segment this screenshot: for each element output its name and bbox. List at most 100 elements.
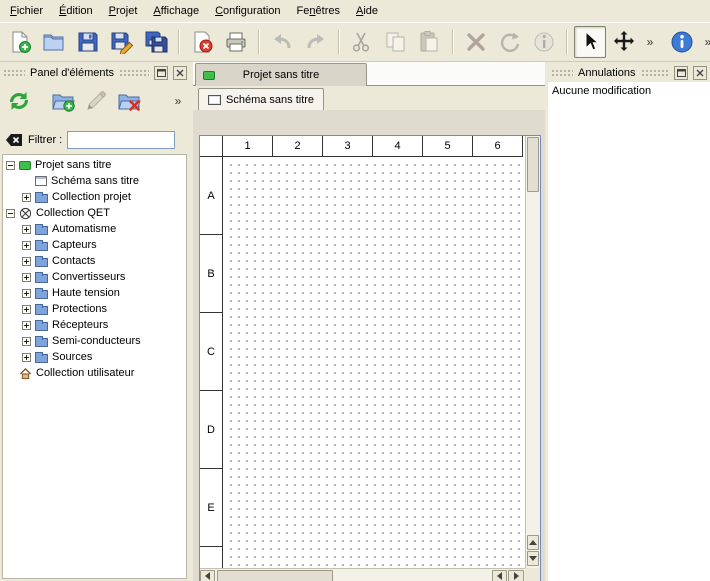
tree-item-collection-projet[interactable]: Collection projet — [3, 189, 186, 205]
folder-icon — [35, 256, 48, 267]
edit-element-button[interactable] — [81, 86, 111, 116]
menu-configuration[interactable]: Configuration — [207, 1, 288, 21]
expand-icon[interactable] — [22, 225, 31, 234]
tree-item-convertisseurs[interactable]: Convertisseurs — [3, 269, 186, 285]
pan-tool-button[interactable] — [608, 26, 640, 58]
project-tabbar: Projet sans titre — [193, 62, 545, 86]
toolbar-separator — [258, 29, 260, 55]
qelectrotech-window: Fichier Édition Projet Affichage Configu… — [0, 0, 710, 581]
select-tool-button[interactable] — [574, 26, 606, 58]
dock-close-button[interactable] — [173, 66, 187, 80]
tree-item-semi-conducteurs[interactable]: Semi-conducteurs — [3, 333, 186, 349]
tree-item-collection-qet[interactable]: Collection QET — [3, 205, 186, 221]
save-all-button[interactable] — [140, 26, 172, 58]
reload-collections-button[interactable] — [4, 86, 34, 116]
vertical-scrollbar-thumb[interactable] — [527, 137, 539, 192]
delete-element-button[interactable] — [114, 86, 144, 116]
expand-icon[interactable] — [22, 193, 31, 202]
column-header: 2 — [273, 136, 323, 156]
delete-button[interactable] — [460, 26, 492, 58]
expand-icon[interactable] — [22, 337, 31, 346]
tree-item-capteurs[interactable]: Capteurs — [3, 237, 186, 253]
tree-item-recepteurs[interactable]: Récepteurs — [3, 317, 186, 333]
tree-item-label: Schéma sans titre — [51, 175, 139, 187]
tree-item-protections[interactable]: Protections — [3, 301, 186, 317]
expand-icon[interactable] — [22, 353, 31, 362]
tree-item-sources[interactable]: Sources — [3, 349, 186, 365]
schema-icon — [35, 176, 47, 186]
menu-edition[interactable]: Édition — [51, 1, 101, 21]
elements-panel-title: Panel d'éléments — [30, 67, 114, 79]
horizontal-scrollbar-thumb[interactable] — [217, 570, 333, 581]
tree-item-schema-sans-titre[interactable]: Schéma sans titre — [3, 173, 186, 189]
expand-icon[interactable] — [22, 273, 31, 282]
tree-item-label: Récepteurs — [52, 319, 108, 331]
horizontal-scrollbar[interactable] — [200, 568, 525, 581]
expand-icon[interactable] — [22, 241, 31, 250]
menu-affichage[interactable]: Affichage — [145, 1, 207, 21]
paste-button[interactable] — [414, 26, 446, 58]
dock-float-button[interactable] — [154, 66, 168, 80]
menu-fenetres[interactable]: Fenêtres — [289, 1, 348, 21]
save-as-button[interactable] — [106, 26, 138, 58]
open-document-button[interactable] — [38, 26, 70, 58]
copy-button[interactable] — [380, 26, 412, 58]
redo-button[interactable] — [300, 26, 332, 58]
folder-icon — [35, 336, 48, 347]
schema-canvas[interactable] — [224, 158, 525, 568]
folder-icon — [35, 352, 48, 363]
expand-icon[interactable] — [22, 305, 31, 314]
panel-toolbar-overflow-button[interactable]: » — [170, 94, 186, 108]
menu-projet[interactable]: Projet — [101, 1, 146, 21]
dock-grip-handle[interactable] — [641, 69, 670, 77]
tree-item-contacts[interactable]: Contacts — [3, 253, 186, 269]
scroll-left-button-2[interactable] — [492, 570, 507, 581]
collapse-icon[interactable] — [6, 161, 15, 170]
scroll-right-button[interactable] — [508, 570, 524, 581]
dock-float-button[interactable] — [674, 66, 688, 80]
new-document-button[interactable] — [4, 26, 36, 58]
scroll-up-button[interactable] — [527, 535, 539, 550]
menu-fichier[interactable]: Fichier — [2, 1, 51, 21]
tree-item-projet-sans-titre[interactable]: Projet sans titre — [3, 157, 186, 173]
scroll-left-button[interactable] — [200, 570, 215, 581]
print-button[interactable] — [220, 26, 252, 58]
tab-projet-sans-titre[interactable]: Projet sans titre — [195, 63, 367, 86]
menu-aide[interactable]: Aide — [348, 1, 386, 21]
tab-schema-sans-titre[interactable]: Schéma sans titre — [198, 88, 324, 110]
undo-list-item[interactable]: Aucune modification — [548, 82, 710, 100]
folder-icon — [35, 240, 48, 251]
schema-tabbar: Schéma sans titre — [193, 86, 545, 110]
new-element-button[interactable] — [48, 86, 78, 116]
toolbar-overflow-button-2[interactable]: » — [700, 35, 710, 49]
folder-icon — [35, 288, 48, 299]
dock-grip-handle[interactable] — [551, 69, 573, 77]
toolbar-separator — [566, 29, 568, 55]
rotate-button[interactable] — [494, 26, 526, 58]
dock-grip-handle[interactable] — [119, 69, 149, 77]
expand-icon[interactable] — [22, 321, 31, 330]
tree-item-label: Automatisme — [52, 223, 116, 235]
about-button[interactable] — [666, 26, 698, 58]
toolbar-overflow-button[interactable]: » — [642, 35, 658, 49]
element-infos-button[interactable] — [528, 26, 560, 58]
vertical-scrollbar[interactable] — [525, 136, 540, 568]
expand-icon[interactable] — [22, 289, 31, 298]
tree-item-collection-utilisateur[interactable]: Collection utilisateur — [3, 365, 186, 381]
collapse-icon[interactable] — [6, 209, 15, 218]
close-document-button[interactable] — [186, 26, 218, 58]
tree-item-haute-tension[interactable]: Haute tension — [3, 285, 186, 301]
save-as-icon — [110, 30, 134, 54]
dock-close-button[interactable] — [693, 66, 707, 80]
move-arrows-icon — [612, 30, 636, 54]
undo-button[interactable] — [266, 26, 298, 58]
dock-grip-handle[interactable] — [3, 69, 25, 77]
save-button[interactable] — [72, 26, 104, 58]
expand-icon[interactable] — [22, 257, 31, 266]
scroll-down-button[interactable] — [527, 551, 539, 566]
filter-input[interactable] — [67, 131, 175, 149]
delete-element-icon — [117, 89, 141, 113]
cut-button[interactable] — [346, 26, 378, 58]
filter-clear-button[interactable] — [5, 133, 23, 147]
tree-item-automatisme[interactable]: Automatisme — [3, 221, 186, 237]
